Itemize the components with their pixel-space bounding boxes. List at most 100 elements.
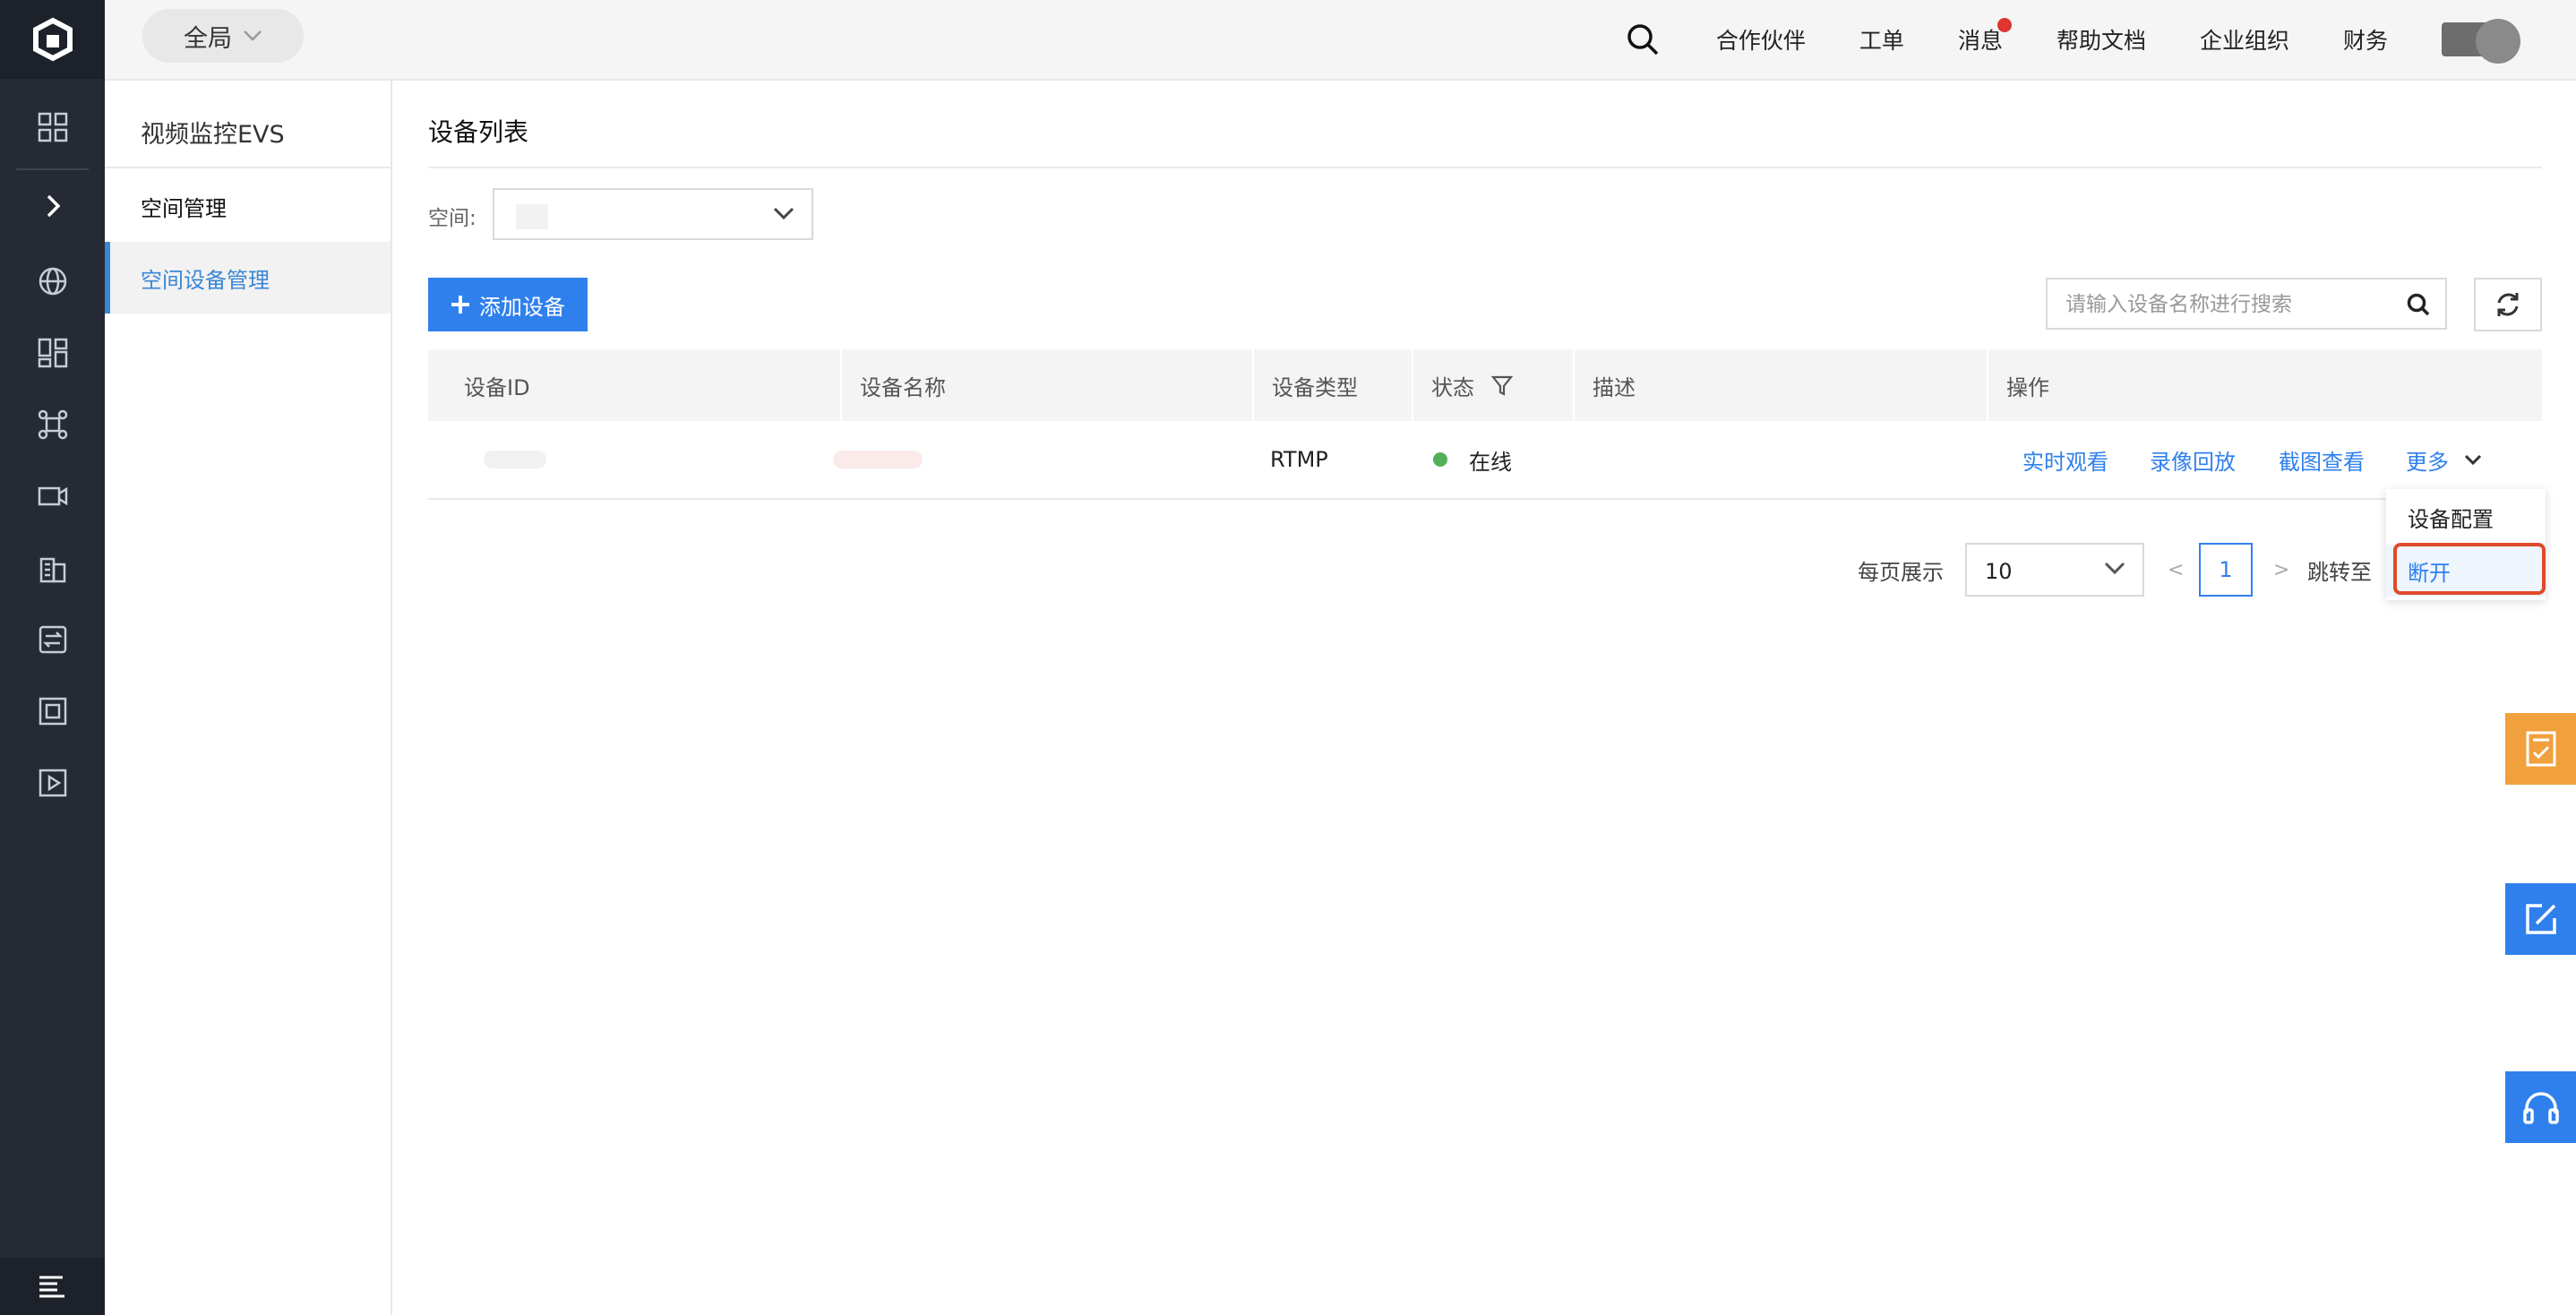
status-text: 在线 bbox=[1469, 449, 1512, 475]
add-device-button[interactable]: 添加设备 bbox=[428, 278, 588, 331]
col-actions: 操作 bbox=[2006, 374, 2049, 400]
next-page-button[interactable]: > bbox=[2273, 543, 2289, 597]
status-cell: 在线 bbox=[1433, 421, 1512, 498]
space-select[interactable] bbox=[493, 188, 813, 240]
avatar[interactable] bbox=[2442, 19, 2533, 64]
menu-item-device-config[interactable]: 设备配置 bbox=[2386, 491, 2546, 543]
headset-icon bbox=[2522, 1092, 2559, 1124]
page-size-text: 每页展示 bbox=[1858, 559, 1944, 585]
table-row: RTMP 在线 实时观看 录像回放 截图查看 更多 bbox=[428, 421, 2542, 500]
transfer-icon[interactable] bbox=[0, 615, 105, 665]
col-separator bbox=[1252, 349, 1254, 421]
chevron-right-icon[interactable] bbox=[0, 181, 105, 231]
nav-tickets[interactable]: 工单 bbox=[1859, 23, 1904, 56]
online-status-dot bbox=[1433, 452, 1447, 467]
col-status-label: 状态 bbox=[1431, 374, 1474, 400]
rail-divider bbox=[16, 168, 89, 170]
menu-lines-icon bbox=[39, 1276, 64, 1298]
device-type-cell: RTMP bbox=[1270, 447, 1328, 472]
secondary-sidebar: 视频监控EVS 空间管理 空间设备管理 bbox=[105, 81, 392, 1315]
nav-partners[interactable]: 合作伙伴 bbox=[1716, 23, 1806, 56]
chevron-down-icon bbox=[244, 30, 262, 41]
page-number-current[interactable]: 1 bbox=[2199, 543, 2253, 597]
table-header: 设备ID 设备名称 设备类型 状态 描述 操作 bbox=[428, 349, 2542, 421]
col-device-type: 设备类型 bbox=[1272, 374, 1358, 400]
search-icon[interactable] bbox=[1625, 21, 1661, 57]
col-description: 描述 bbox=[1593, 374, 1636, 400]
building-icon[interactable] bbox=[0, 543, 105, 593]
chevron-down-icon bbox=[773, 207, 794, 220]
action-snapshot[interactable]: 截图查看 bbox=[2279, 421, 2365, 498]
title-divider bbox=[428, 167, 2542, 168]
col-device-id: 设备ID bbox=[464, 374, 530, 400]
float-feedback-button[interactable] bbox=[2505, 883, 2576, 955]
sidebar-divider bbox=[105, 167, 391, 168]
jump-to-text: 跳转至 bbox=[2307, 559, 2372, 585]
redacted-id bbox=[484, 451, 546, 468]
action-snapshot-label: 截图查看 bbox=[2279, 449, 2365, 475]
scope-selector[interactable]: 全局 bbox=[142, 9, 304, 63]
layout-icon[interactable] bbox=[0, 328, 105, 378]
search-input[interactable] bbox=[2064, 292, 2390, 317]
prev-page-label: < bbox=[2168, 558, 2185, 581]
nav-help-docs[interactable]: 帮助文档 bbox=[2057, 23, 2146, 56]
col-separator bbox=[840, 349, 842, 421]
refresh-icon bbox=[2497, 293, 2519, 316]
top-nav: 合作伙伴 工单 消息 帮助文档 企业组织 财务 bbox=[1625, 0, 2576, 79]
nav-finance[interactable]: 财务 bbox=[2343, 23, 2388, 56]
search-icon[interactable] bbox=[2406, 292, 2431, 317]
redacted-value bbox=[516, 204, 548, 229]
scope-label: 全局 bbox=[184, 24, 232, 53]
chevron-down-icon bbox=[2464, 454, 2482, 466]
globe-icon[interactable] bbox=[0, 256, 105, 306]
cube-logo-icon bbox=[32, 17, 73, 62]
next-page-label: > bbox=[2273, 558, 2290, 581]
nav-organization[interactable]: 企业组织 bbox=[2200, 23, 2289, 56]
space-label: 空间: bbox=[428, 207, 477, 230]
action-playback[interactable]: 录像回放 bbox=[2150, 421, 2236, 498]
top-header: 全局 合作伙伴 工单 消息 帮助文档 企业组织 财务 bbox=[105, 0, 2576, 81]
col-separator bbox=[1987, 349, 1988, 421]
col-status[interactable]: 状态 bbox=[1431, 349, 1514, 421]
more-dropdown-menu: 设备配置 断开 bbox=[2386, 489, 2546, 600]
page-size-select[interactable]: 10 bbox=[1965, 543, 2144, 597]
edit-icon bbox=[2525, 904, 2556, 934]
nav-messages[interactable]: 消息 bbox=[1957, 18, 2012, 56]
sidebar-item-space-management[interactable]: 空间管理 bbox=[105, 170, 391, 242]
filter-icon[interactable] bbox=[1490, 374, 1514, 397]
redacted-name bbox=[833, 451, 923, 468]
left-rail bbox=[0, 0, 105, 1315]
sidebar-item-space-device-management[interactable]: 空间设备管理 bbox=[105, 242, 391, 314]
col-separator bbox=[1412, 349, 1413, 421]
notification-dot bbox=[1996, 18, 2012, 32]
page-size-label: 每页展示 bbox=[1858, 543, 1944, 597]
page-size-value: 10 bbox=[1985, 559, 2013, 584]
logo[interactable] bbox=[0, 0, 105, 79]
jump-to-label: 跳转至 bbox=[2307, 543, 2372, 597]
plus-icon bbox=[451, 296, 469, 314]
menu-toggle[interactable] bbox=[0, 1258, 105, 1315]
device-name-cell bbox=[833, 421, 923, 498]
action-live-view-label: 实时观看 bbox=[2022, 449, 2108, 475]
menu-item-disconnect[interactable]: 断开 bbox=[2386, 545, 2546, 597]
device-search bbox=[2046, 278, 2447, 330]
refresh-button[interactable] bbox=[2474, 278, 2542, 331]
action-playback-label: 录像回放 bbox=[2150, 449, 2236, 475]
dashboard-grid-icon[interactable] bbox=[0, 102, 105, 152]
chevron-down-icon bbox=[2104, 562, 2125, 575]
float-todo-button[interactable] bbox=[2505, 713, 2576, 785]
action-more[interactable]: 更多 bbox=[2406, 421, 2483, 498]
prev-page-button[interactable]: < bbox=[2168, 543, 2184, 597]
float-support-button[interactable] bbox=[2505, 1071, 2576, 1143]
action-live-view[interactable]: 实时观看 bbox=[2022, 421, 2108, 498]
page-title: 设备列表 bbox=[428, 117, 529, 147]
video-camera-icon[interactable] bbox=[0, 471, 105, 521]
frame-icon[interactable] bbox=[0, 686, 105, 736]
nav-messages-label: 消息 bbox=[1957, 28, 2003, 54]
add-device-label: 添加设备 bbox=[479, 294, 565, 320]
action-more-label: 更多 bbox=[2406, 449, 2449, 475]
checklist-icon bbox=[2526, 731, 2555, 767]
play-icon[interactable] bbox=[0, 758, 105, 808]
command-icon[interactable] bbox=[0, 400, 105, 450]
device-id-cell bbox=[484, 421, 546, 498]
